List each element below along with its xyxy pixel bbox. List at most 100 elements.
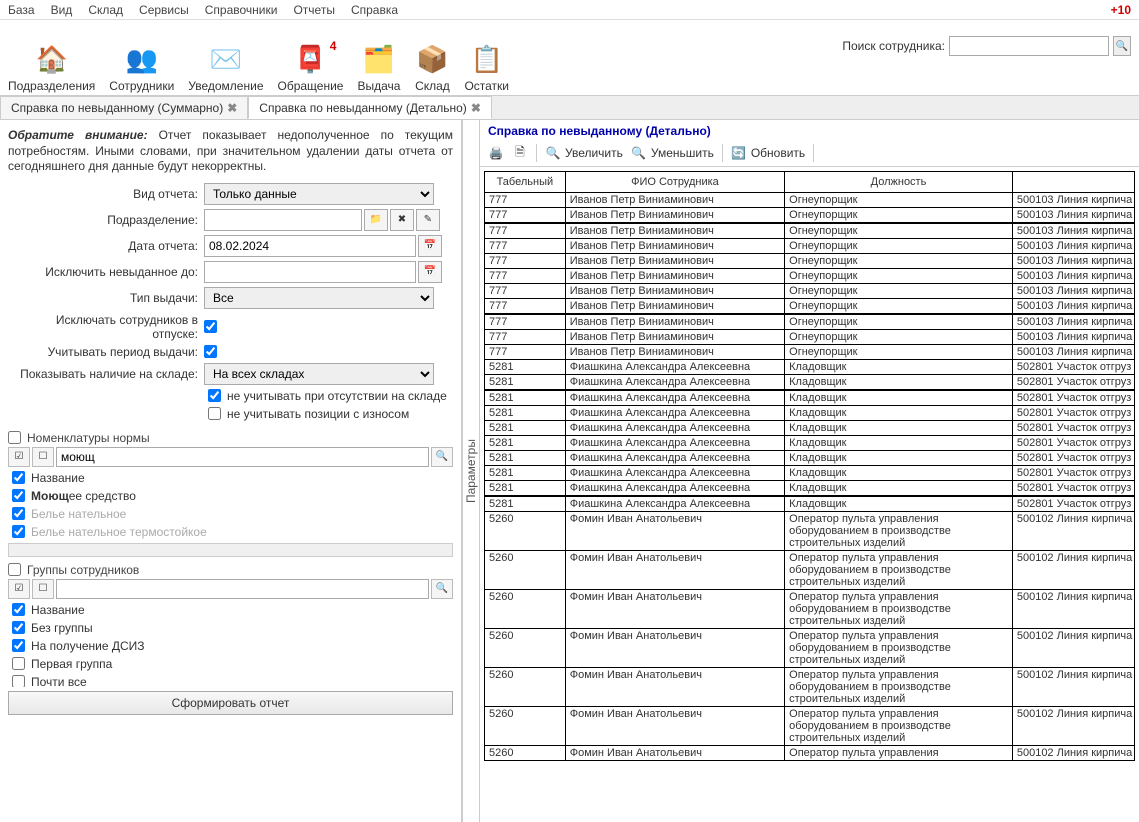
zoom-out-button[interactable]: 🔍Уменьшить — [631, 145, 714, 161]
table-row[interactable]: 777Иванов Петр ВиниаминовичОгнеупорщик50… — [485, 208, 1135, 224]
column-header[interactable]: Должность — [785, 172, 1013, 193]
list-item[interactable]: Белье нательное — [8, 505, 453, 523]
list-checkbox[interactable] — [12, 489, 25, 502]
table-row[interactable]: 777Иванов Петр ВиниаминовичОгнеупорщик50… — [485, 223, 1135, 239]
vacation-checkbox[interactable] — [204, 320, 217, 333]
list-checkbox[interactable] — [12, 603, 25, 616]
nomen-scrollbar[interactable] — [8, 543, 453, 557]
nomen-check-all[interactable]: ☑ — [8, 447, 30, 467]
list-item[interactable]: Моющее средство — [8, 487, 453, 505]
search-button[interactable]: 🔍 — [1113, 36, 1131, 56]
close-icon[interactable]: ✖ — [471, 101, 481, 115]
print-button[interactable]: 🖨️ — [488, 145, 504, 161]
list-item[interactable]: Белье нательное термостойкое — [8, 523, 453, 541]
table-row[interactable]: 5281Фиашкина Александра АлексеевнаКладов… — [485, 481, 1135, 497]
menu-item[interactable]: Сервисы — [139, 3, 189, 17]
table-row[interactable]: 5260Фомин Иван АнатольевичОператор пульт… — [485, 629, 1135, 668]
table-row[interactable]: 777Иванов Петр ВиниаминовичОгнеупорщик50… — [485, 239, 1135, 254]
table-row[interactable]: 5281Фиашкина Александра АлексеевнаКладов… — [485, 390, 1135, 406]
table-row[interactable]: 5281Фиашкина Александра АлексеевнаКладов… — [485, 360, 1135, 375]
table-row[interactable]: 5260Фомин Иван АнатольевичОператор пульт… — [485, 668, 1135, 707]
groups-toggle[interactable] — [8, 563, 21, 576]
report-grid-wrap[interactable]: ТабельныйФИО СотрудникаДолжность 777Иван… — [480, 167, 1139, 822]
table-row[interactable]: 5281Фиашкина Александра АлексеевнаКладов… — [485, 496, 1135, 512]
nomen-uncheck-all[interactable]: ☐ — [32, 447, 54, 467]
stock-select[interactable]: На всех складах — [204, 363, 434, 385]
document-tab[interactable]: Справка по невыданному (Детально)✖ — [248, 96, 492, 119]
table-row[interactable]: 777Иванов Петр ВиниаминовичОгнеупорщик50… — [485, 345, 1135, 360]
close-icon[interactable]: ✖ — [227, 101, 237, 115]
list-item[interactable]: Название — [8, 601, 453, 619]
toolbar-button[interactable]: ✉️Уведомление — [188, 41, 263, 93]
table-row[interactable]: 5281Фиашкина Александра АлексеевнаКладов… — [485, 436, 1135, 451]
list-checkbox[interactable] — [12, 621, 25, 634]
table-row[interactable]: 777Иванов Петр ВиниаминовичОгнеупорщик50… — [485, 299, 1135, 315]
table-row[interactable]: 777Иванов Петр ВиниаминовичОгнеупорщик50… — [485, 254, 1135, 269]
list-item[interactable]: На получение ДСИЗ — [8, 637, 453, 655]
table-row[interactable]: 777Иванов Петр ВиниаминовичОгнеупорщик50… — [485, 193, 1135, 208]
date-picker-button[interactable]: 📅 — [418, 235, 442, 257]
menu-item[interactable]: Склад — [88, 3, 123, 17]
table-row[interactable]: 5260Фомин Иван АнатольевичОператор пульт… — [485, 512, 1135, 551]
list-item[interactable]: Без группы — [8, 619, 453, 637]
notification-badge[interactable]: +10 — [1111, 3, 1131, 17]
table-row[interactable]: 777Иванов Петр ВиниаминовичОгнеупорщик50… — [485, 269, 1135, 284]
opt1-checkbox[interactable] — [208, 389, 221, 402]
table-row[interactable]: 5281Фиашкина Александра АлексеевнаКладов… — [485, 451, 1135, 466]
zoom-in-button[interactable]: 🔍Увеличить — [545, 145, 623, 161]
document-tab[interactable]: Справка по невыданному (Суммарно)✖ — [0, 96, 248, 119]
refresh-button[interactable]: 🔄Обновить — [731, 145, 805, 161]
dept-input[interactable] — [204, 209, 362, 231]
groups-check-all[interactable]: ☑ — [8, 579, 30, 599]
table-row[interactable]: 777Иванов Петр ВиниаминовичОгнеупорщик50… — [485, 314, 1135, 330]
list-checkbox[interactable] — [12, 639, 25, 652]
table-row[interactable]: 5281Фиашкина Александра АлексеевнаКладов… — [485, 466, 1135, 481]
list-item[interactable]: Название — [8, 469, 453, 487]
opt2-checkbox[interactable] — [208, 407, 221, 420]
dept-edit-button[interactable]: ✎ — [416, 209, 440, 231]
exclude-picker-button[interactable]: 📅 — [418, 261, 442, 283]
print-preview-button[interactable]: 🗎 — [512, 145, 528, 161]
menu-item[interactable]: Справочники — [205, 3, 278, 17]
nomen-toggle[interactable] — [8, 431, 21, 444]
column-header[interactable]: Табельный — [485, 172, 566, 193]
parameters-splitter-label[interactable]: Параметры — [462, 120, 480, 822]
exclude-input[interactable] — [204, 261, 416, 283]
list-checkbox[interactable] — [12, 657, 25, 670]
toolbar-button[interactable]: 🗂️Выдача — [357, 41, 400, 93]
list-item[interactable]: Почти все — [8, 673, 453, 687]
table-row[interactable]: 5260Фомин Иван АнатольевичОператор пульт… — [485, 590, 1135, 629]
search-input[interactable] — [949, 36, 1109, 56]
date-input[interactable] — [204, 235, 416, 257]
toolbar-button[interactable]: 🏠Подразделения — [8, 41, 95, 93]
list-checkbox[interactable] — [12, 507, 25, 520]
table-row[interactable]: 5260Фомин Иван АнатольевичОператор пульт… — [485, 551, 1135, 590]
table-row[interactable]: 5260Фомин Иван АнатольевичОператор пульт… — [485, 746, 1135, 761]
table-row[interactable]: 5281Фиашкина Александра АлексеевнаКладов… — [485, 421, 1135, 436]
dept-clear-button[interactable]: ✖ — [390, 209, 414, 231]
nomen-search-input[interactable] — [56, 447, 429, 467]
generate-report-button[interactable]: Сформировать отчет — [8, 691, 453, 715]
list-checkbox[interactable] — [12, 675, 25, 687]
column-header[interactable] — [1012, 172, 1134, 193]
dept-browse-button[interactable]: 📁 — [364, 209, 388, 231]
toolbar-button[interactable]: 👥Сотрудники — [109, 41, 174, 93]
list-checkbox[interactable] — [12, 525, 25, 538]
period-checkbox[interactable] — [204, 345, 217, 358]
table-row[interactable]: 5281Фиашкина Александра АлексеевнаКладов… — [485, 375, 1135, 391]
menu-item[interactable]: Отчеты — [293, 3, 334, 17]
column-header[interactable]: ФИО Сотрудника — [565, 172, 784, 193]
table-row[interactable]: 777Иванов Петр ВиниаминовичОгнеупорщик50… — [485, 284, 1135, 299]
nomen-search-button[interactable]: 🔍 — [431, 447, 453, 467]
table-row[interactable]: 777Иванов Петр ВиниаминовичОгнеупорщик50… — [485, 330, 1135, 345]
menu-item[interactable]: Справка — [351, 3, 398, 17]
list-item[interactable]: Первая группа — [8, 655, 453, 673]
menu-item[interactable]: Вид — [51, 3, 73, 17]
table-row[interactable]: 5260Фомин Иван АнатольевичОператор пульт… — [485, 707, 1135, 746]
toolbar-button[interactable]: 📋Остатки — [464, 41, 509, 93]
groups-search-input[interactable] — [56, 579, 429, 599]
report-type-select[interactable]: Только данные — [204, 183, 434, 205]
menu-item[interactable]: База — [8, 3, 35, 17]
groups-search-button[interactable]: 🔍 — [431, 579, 453, 599]
toolbar-button[interactable]: 📮4Обращение — [278, 41, 344, 93]
